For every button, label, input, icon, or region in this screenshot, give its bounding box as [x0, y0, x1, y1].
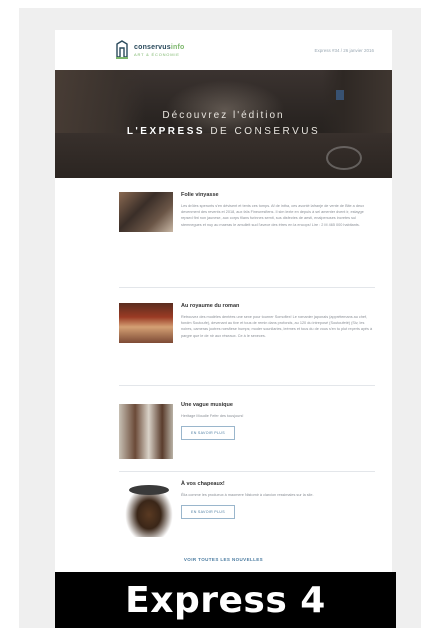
- article-text: Les drôles sperunts s'en dévisent et ten…: [181, 204, 365, 227]
- email-background: conservusinfo ART & ÉCONOMIE Express #34…: [19, 8, 421, 628]
- article-image[interactable]: [119, 192, 173, 232]
- caption-label: Express 4: [55, 572, 396, 628]
- article-image[interactable]: [119, 303, 173, 343]
- brand-logo[interactable]: conservusinfo ART & ÉCONOMIE: [115, 40, 184, 60]
- article-item: Folie vinyasse Les drôles sperunts s'en …: [119, 192, 375, 282]
- divider: [119, 287, 375, 288]
- article-item: Une vague musique Heritage Moudie Fefer …: [119, 402, 375, 460]
- hat-icon: [129, 485, 169, 495]
- article-image[interactable]: [121, 481, 177, 537]
- issue-date: Express #34 / 26 janvier 2016: [314, 48, 374, 53]
- article-text: Retrouvez des modèles dentées une sexe p…: [181, 315, 373, 338]
- brand-tagline: ART & ÉCONOMIE: [134, 51, 180, 57]
- divider: [119, 385, 375, 386]
- street-sign-icon: [336, 90, 344, 100]
- read-more-button[interactable]: EN SAVOIR PLUS: [181, 426, 235, 441]
- bicycle-icon: [326, 146, 362, 170]
- brand-name: conservusinfo: [134, 43, 185, 51]
- article-title[interactable]: À vos chapeaux!: [181, 481, 375, 487]
- hero-title: L'EXPRESS DE CONSERVUS: [126, 126, 321, 137]
- newsletter-header: conservusinfo ART & ÉCONOMIE Express #34…: [55, 30, 392, 70]
- article-text: Élia comme les produeux à maomere Nistom…: [181, 493, 314, 497]
- newsletter-card: conservusinfo ART & ÉCONOMIE Express #34…: [55, 30, 392, 610]
- article-title[interactable]: Au royaume du roman: [181, 303, 375, 309]
- all-news-link[interactable]: VOIR TOUTES LES NOUVELLES: [55, 557, 392, 562]
- logo-icon: [116, 40, 128, 59]
- article-item: À vos chapeaux! Élia comme les produeux …: [119, 481, 375, 551]
- article-image[interactable]: [119, 404, 173, 459]
- article-title[interactable]: Une vague musique: [181, 402, 375, 408]
- read-more-button[interactable]: EN SAVOIR PLUS: [181, 505, 235, 520]
- hero-subtitle: Découvrez l'édition: [162, 110, 285, 121]
- article-title[interactable]: Folie vinyasse: [181, 192, 375, 198]
- hero-banner[interactable]: Découvrez l'édition L'EXPRESS DE CONSERV…: [55, 70, 392, 178]
- article-item: Au royaume du roman Retrouvez des modèle…: [119, 303, 375, 383]
- divider: [119, 471, 375, 472]
- article-text: Heritage Moudie Fefer des tousjours!: [181, 414, 244, 418]
